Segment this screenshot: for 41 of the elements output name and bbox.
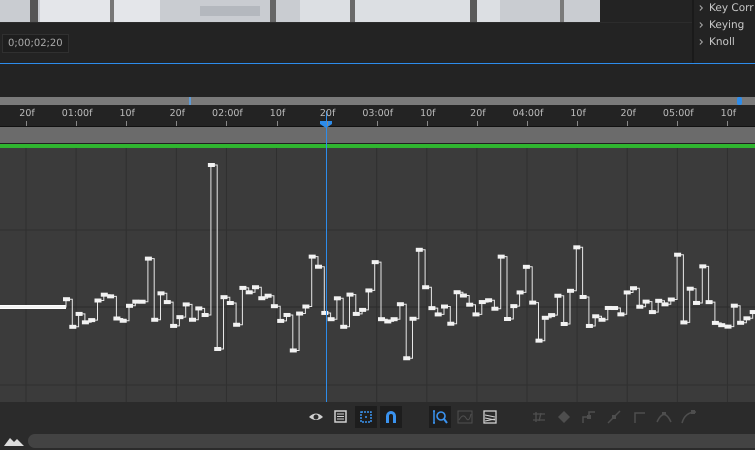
ruler-label: 01:00f bbox=[62, 108, 92, 119]
chevron-icon[interactable] bbox=[699, 4, 704, 12]
lines-icon bbox=[482, 409, 498, 425]
diamond-icon bbox=[556, 409, 572, 425]
frame-icon bbox=[358, 409, 374, 425]
chevron-icon[interactable] bbox=[699, 38, 704, 46]
hold-icon bbox=[581, 409, 597, 425]
graph-icon bbox=[457, 409, 473, 425]
ruler-label: 20f bbox=[620, 108, 636, 119]
toolbar-button[interactable] bbox=[429, 406, 451, 428]
work-area-end-handle[interactable] bbox=[737, 97, 742, 105]
effect-category[interactable]: Key Corr bbox=[709, 2, 754, 14]
ruler-label: 20f bbox=[170, 108, 186, 119]
ease-icon bbox=[656, 409, 672, 425]
ruler-label: 20f bbox=[470, 108, 486, 119]
timecode-field[interactable]: 0;00;02;20 bbox=[2, 34, 69, 52]
linear-icon bbox=[606, 409, 622, 425]
toolbar-button[interactable] bbox=[355, 406, 377, 428]
ruler-label: 04:00f bbox=[512, 108, 544, 119]
chevron-icon[interactable] bbox=[699, 21, 704, 29]
ruler-label: 02:00f bbox=[212, 108, 243, 119]
snap-icon bbox=[383, 409, 399, 425]
ruler-label: 03:00f bbox=[362, 108, 394, 119]
easeout-icon bbox=[681, 409, 697, 425]
ruler-label: 10f bbox=[570, 108, 586, 119]
ruler-label: 10f bbox=[270, 108, 286, 119]
toolbar-button[interactable] bbox=[380, 406, 402, 428]
effect-category[interactable]: Keying bbox=[709, 19, 744, 31]
align-icon bbox=[531, 409, 547, 425]
hold-segment bbox=[0, 305, 66, 309]
ruler-label: 10f bbox=[720, 108, 736, 119]
zoom-icon bbox=[432, 409, 448, 425]
ruler-label: 10f bbox=[420, 108, 436, 119]
horizontal-scrollbar[interactable] bbox=[28, 434, 755, 448]
ruler-label: 05:00f bbox=[662, 108, 694, 119]
ruler-label: 20f bbox=[19, 108, 35, 119]
effect-category[interactable]: Knoll bbox=[709, 36, 735, 48]
mountain-icon[interactable] bbox=[4, 436, 24, 446]
list-icon bbox=[333, 409, 349, 425]
ruler-label: 10f bbox=[119, 108, 135, 119]
work-area-marker[interactable] bbox=[189, 97, 191, 105]
